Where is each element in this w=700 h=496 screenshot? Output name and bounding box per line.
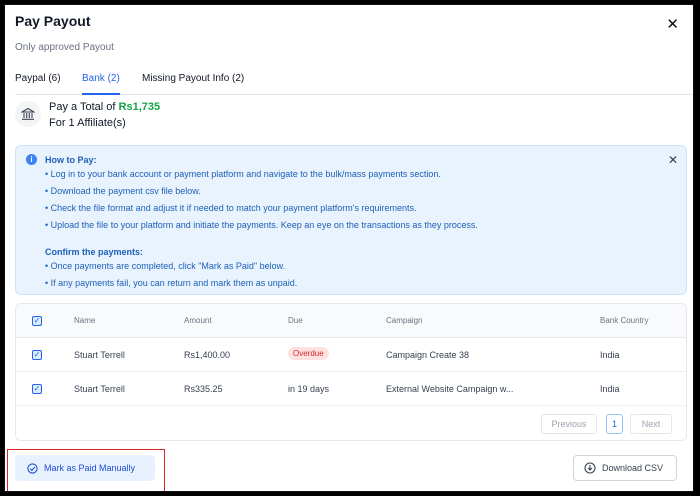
col-amount: Amount bbox=[184, 316, 212, 325]
page-1-button[interactable]: 1 bbox=[606, 414, 623, 434]
modal-subtitle: Only approved Payout bbox=[15, 42, 114, 53]
payout-table: ✓ Name Amount Due Campaign Bank Country … bbox=[15, 303, 687, 441]
tab-bar: Paypal (6) Bank (2) Missing Payout Info … bbox=[15, 73, 693, 95]
table-row: ✓ Stuart Terrell Rs1,400.00 Overdue Camp… bbox=[16, 338, 686, 372]
confirm-heading: Confirm the payments: bbox=[45, 247, 144, 257]
tab-paypal[interactable]: Paypal (6) bbox=[15, 73, 61, 95]
tab-missing-payout-info[interactable]: Missing Payout Info (2) bbox=[142, 73, 244, 95]
dismiss-info-icon[interactable]: ✕ bbox=[668, 153, 678, 167]
payout-total: Pay a Total of Rs1,735 bbox=[49, 101, 160, 113]
table-row: ✓ Stuart Terrell Rs335.25 in 19 days Ext… bbox=[16, 372, 686, 406]
cell-amount: Rs335.25 bbox=[184, 384, 223, 394]
modal-title: Pay Payout bbox=[15, 13, 91, 29]
mark-as-paid-label: Mark as Paid Manually bbox=[44, 463, 136, 473]
confirm-item: • If any payments fail, you can return a… bbox=[45, 278, 298, 288]
step-item: • Download the payment csv file below. bbox=[45, 186, 201, 196]
download-csv-button[interactable]: Download CSV bbox=[573, 455, 677, 481]
payout-total-amount: Rs1,735 bbox=[118, 101, 161, 113]
download-csv-label: Download CSV bbox=[602, 463, 664, 473]
col-campaign: Campaign bbox=[386, 316, 423, 325]
cell-name: Stuart Terrell bbox=[74, 350, 125, 360]
step-item: • Upload the file to your platform and i… bbox=[45, 220, 478, 230]
how-to-pay-panel: i ✕ How to Pay: • Log in to your bank ac… bbox=[15, 145, 687, 295]
pay-payout-modal: Pay Payout ✕ Only approved Payout Paypal… bbox=[4, 4, 694, 492]
cell-campaign: Campaign Create 38 bbox=[386, 350, 470, 360]
cell-due: in 19 days bbox=[288, 384, 330, 394]
select-all-checkbox[interactable]: ✓ bbox=[32, 316, 42, 326]
overdue-badge: Overdue bbox=[288, 347, 329, 360]
cell-campaign: External Website Campaign w... bbox=[386, 384, 514, 394]
cell-country: India bbox=[600, 350, 620, 360]
download-icon bbox=[584, 462, 596, 474]
step-item: • Check the file format and adjust it if… bbox=[45, 203, 417, 213]
check-circle-icon bbox=[27, 462, 38, 474]
col-due: Due bbox=[288, 316, 303, 325]
payout-total-prefix: Pay a Total of bbox=[49, 101, 119, 113]
table-header: ✓ Name Amount Due Campaign Bank Country bbox=[16, 304, 686, 338]
how-to-pay-heading: How to Pay: bbox=[45, 155, 97, 165]
col-bank-country: Bank Country bbox=[600, 316, 649, 325]
close-icon[interactable]: ✕ bbox=[666, 15, 679, 33]
row-checkbox[interactable]: ✓ bbox=[32, 350, 42, 360]
affiliate-count: For 1 Affiliate(s) bbox=[49, 117, 126, 129]
cell-amount: Rs1,400.00 bbox=[184, 350, 231, 360]
tab-bank[interactable]: Bank (2) bbox=[82, 73, 120, 95]
next-page-button[interactable]: Next bbox=[630, 414, 672, 434]
cell-country: India bbox=[600, 384, 620, 394]
mark-as-paid-manually-button[interactable]: Mark as Paid Manually bbox=[15, 455, 155, 481]
info-icon: i bbox=[26, 154, 37, 165]
col-name: Name bbox=[74, 316, 96, 325]
row-checkbox[interactable]: ✓ bbox=[32, 384, 42, 394]
cell-name: Stuart Terrell bbox=[74, 384, 125, 394]
confirm-item: • Once payments are completed, click "Ma… bbox=[45, 261, 286, 271]
step-item: • Log in to your bank account or payment… bbox=[45, 169, 441, 179]
bank-icon bbox=[15, 101, 41, 127]
previous-page-button[interactable]: Previous bbox=[541, 414, 597, 434]
